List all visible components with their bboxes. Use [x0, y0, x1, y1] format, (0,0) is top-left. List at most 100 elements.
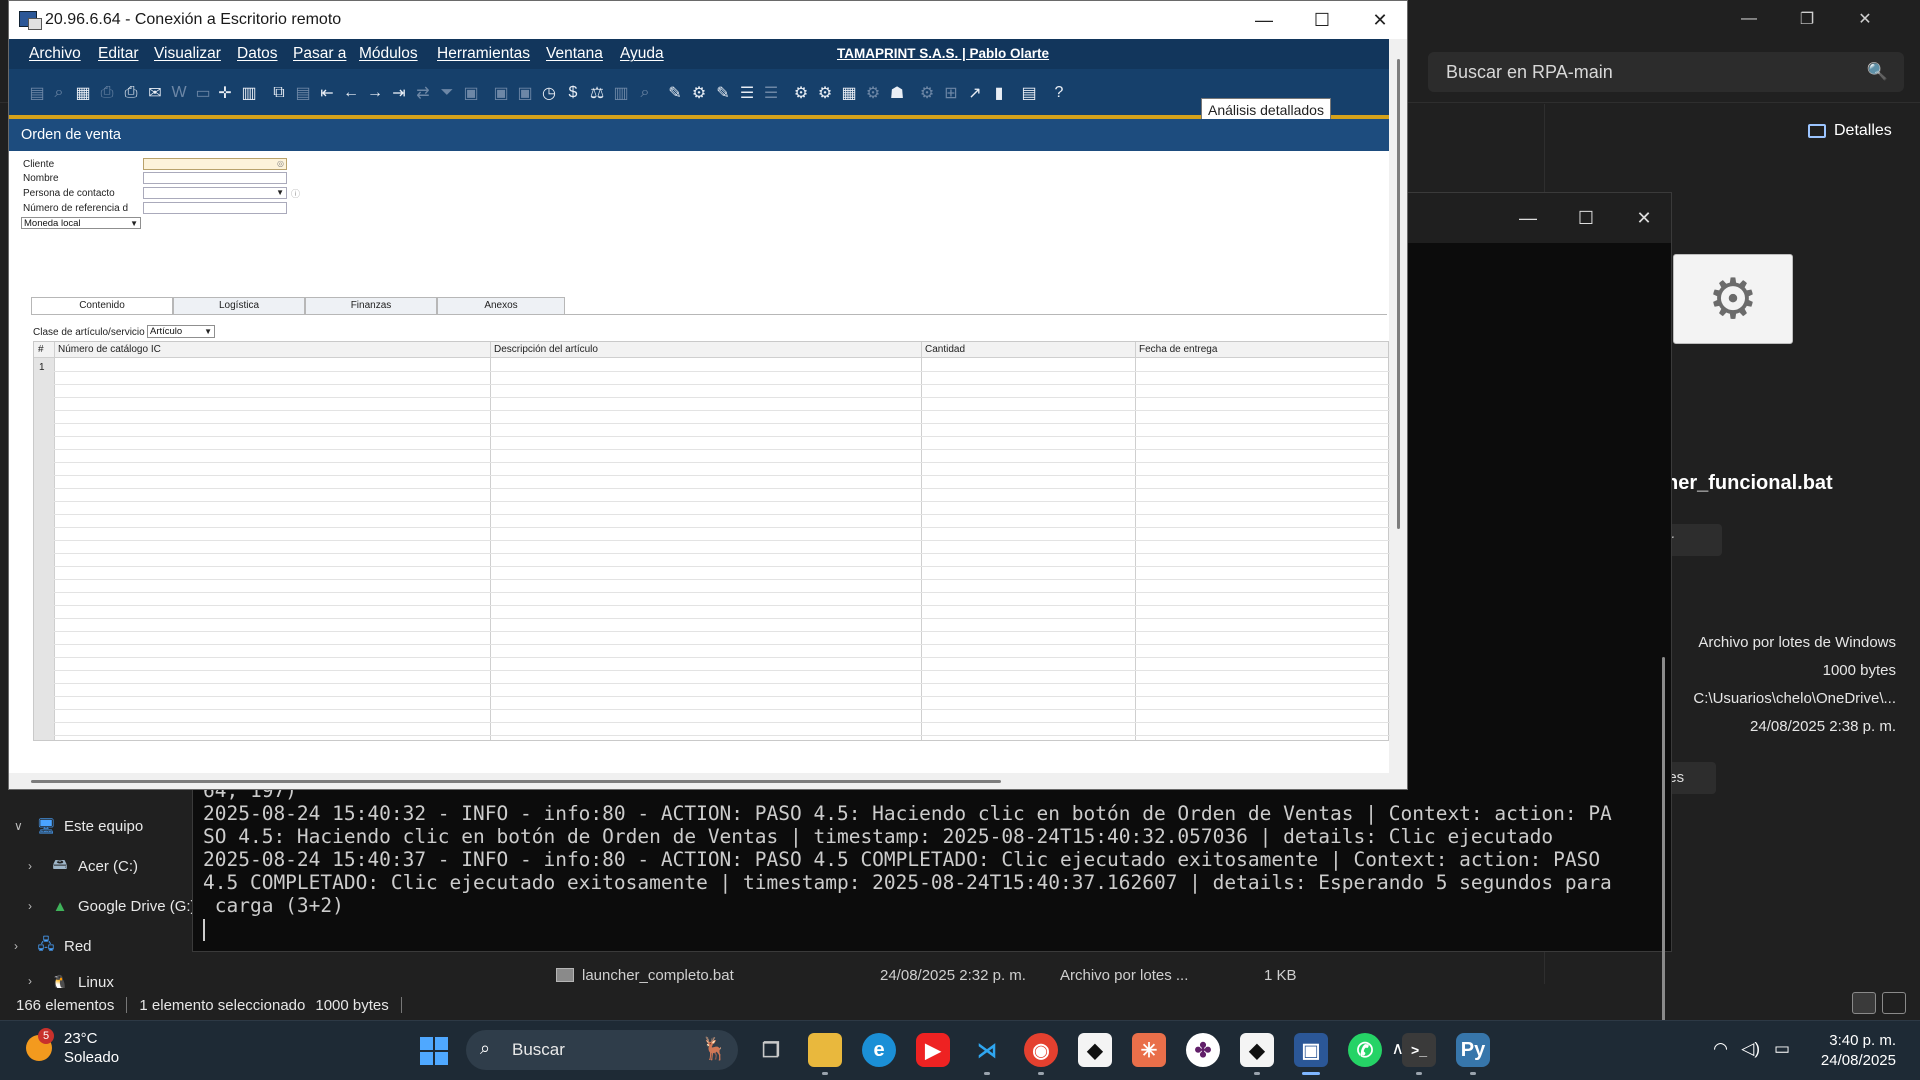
nav-item-google-drive[interactable]: › ▲ Google Drive (G:) [28, 894, 196, 918]
claude-icon[interactable]: ✳ [1132, 1033, 1166, 1067]
report-icon[interactable]: ▤ [1019, 83, 1039, 103]
filter-icon[interactable]: ▤ [293, 83, 313, 103]
terminal-taskbar-icon[interactable]: >_ [1402, 1033, 1436, 1075]
terminal-scrollbar[interactable] [1662, 657, 1665, 1080]
menu-pasar-a[interactable]: Pasar a [293, 45, 346, 63]
menu-visualizar[interactable]: Visualizar [154, 45, 221, 63]
menu-herramientas[interactable]: Herramientas [437, 45, 530, 63]
preview-icon[interactable]: ⎙ [97, 83, 117, 103]
authorization-icon[interactable]: ⚙ [815, 83, 835, 103]
tiles-view-icon[interactable] [1882, 992, 1906, 1014]
grid-header-delivery-date[interactable]: Fecha de entrega [1139, 344, 1217, 355]
company-user-link[interactable]: TAMAPRINT S.A.S. | Pablo Olarte [837, 46, 1049, 61]
explorer-close-button[interactable]: ✕ [1836, 0, 1894, 38]
wifi-icon[interactable]: ◠ [1713, 1039, 1728, 1059]
explorer-search-input[interactable]: Buscar en RPA-main 🔍 [1428, 52, 1904, 92]
calendar-icon[interactable]: ▦ [73, 83, 93, 103]
settings-icon[interactable]: ⚙ [689, 83, 709, 103]
binoculars-icon[interactable]: ⧉ [269, 83, 289, 103]
first-record-icon[interactable]: ⇤ [317, 83, 337, 103]
move-icon[interactable]: ✛ [215, 83, 235, 103]
rdp-vertical-scrollbar[interactable] [1397, 59, 1400, 529]
export-icon[interactable]: ↗ [965, 83, 985, 103]
help-icon[interactable]: ? [1049, 83, 1069, 103]
app-cube-icon[interactable]: ◆ [1078, 1033, 1112, 1067]
nav-item-this-pc[interactable]: ∨ 🖥 Este equipo [14, 814, 143, 838]
analysis-icon[interactable]: ▮ [989, 83, 1009, 103]
messages-icon[interactable]: ☰ [737, 83, 757, 103]
app-cube-icon[interactable]: ◆ [1240, 1033, 1274, 1075]
rdp-close-button[interactable]: ✕ [1351, 1, 1409, 39]
base-doc-icon[interactable]: ▣ [491, 83, 511, 103]
start-button[interactable] [420, 1037, 448, 1065]
battery-icon[interactable]: ▭ [1774, 1039, 1790, 1059]
edit-icon[interactable]: ✎ [665, 83, 685, 103]
tab-finanzas[interactable]: Finanzas [305, 297, 437, 315]
next-record-icon[interactable]: → [365, 83, 385, 103]
pdf-icon[interactable]: ▭ [193, 83, 213, 103]
slack-icon[interactable]: ✤ [1186, 1033, 1220, 1067]
gear-icon[interactable]: ⚙ [917, 83, 937, 103]
nav-item-linux[interactable]: › 🐧 Linux [28, 974, 114, 988]
menu-ayuda[interactable]: Ayuda [620, 45, 664, 63]
clase-articulo-select[interactable]: Artículo ▼ [147, 325, 215, 338]
layout-icon[interactable]: ▥ [239, 83, 259, 103]
form-settings-icon[interactable]: ✎ [713, 83, 733, 103]
menu-archivo[interactable]: Archivo [29, 45, 81, 63]
file-list-row[interactable]: launcher_completo.bat 24/08/2025 2:32 p.… [556, 964, 1316, 986]
user-icon[interactable]: ☗ [887, 83, 907, 103]
relationship-icon[interactable]: ⌕ [635, 83, 655, 103]
nav-item-network[interactable]: › 🖧 Red [14, 934, 92, 958]
youtube-icon[interactable]: ▶ [916, 1033, 950, 1067]
taskbar-clock[interactable]: 3:40 p. m. 24/08/2025 [1821, 1031, 1896, 1071]
referencia-input[interactable] [143, 202, 287, 214]
info-icon[interactable]: ⓘ [291, 187, 300, 200]
nav-item-acer-drive[interactable]: › 🖴 Acer (C:) [28, 854, 138, 878]
payment-icon[interactable]: ◷ [539, 83, 559, 103]
rdp-minimize-button[interactable]: — [1235, 1, 1293, 39]
funnel-icon[interactable]: ⏷ [437, 83, 457, 103]
target-doc-icon[interactable]: ▣ [515, 83, 535, 103]
menu-modulos[interactable]: Módulos [359, 45, 418, 63]
rdp-horizontal-scrollbar[interactable] [31, 780, 1001, 783]
explorer-minimize-button[interactable]: — [1720, 0, 1778, 38]
email-icon[interactable]: ✉ [145, 83, 165, 103]
menu-datos[interactable]: Datos [237, 45, 278, 63]
calculator-icon[interactable]: ▦ [839, 83, 859, 103]
contacto-select[interactable]: ▼ [143, 187, 287, 199]
grid-header-catalog[interactable]: Número de catálogo IC [58, 344, 161, 355]
currency-icon[interactable]: $ [563, 83, 583, 103]
table-icon[interactable]: ▣ [461, 83, 481, 103]
taskbar-search-box[interactable]: ⌕ Buscar 🦌 [466, 1030, 738, 1070]
query-icon[interactable]: ⚙ [791, 83, 811, 103]
balance-icon[interactable]: ⚖ [587, 83, 607, 103]
terminal-minimize-button[interactable]: — [1499, 193, 1557, 243]
alerts-icon[interactable]: ☰ [761, 83, 781, 103]
explorer-restore-button[interactable]: ❐ [1778, 0, 1836, 38]
terminal-maximize-button[interactable]: ☐ [1557, 193, 1615, 243]
menu-editar[interactable]: Editar [98, 45, 139, 63]
file-explorer-taskbar-icon[interactable] [808, 1033, 842, 1075]
grid-header-description[interactable]: Descripción del artículo [494, 344, 598, 355]
remote-desktop-taskbar-icon[interactable]: ▣ [1294, 1033, 1328, 1075]
chevron-up-icon[interactable]: ∧ [1392, 1039, 1404, 1059]
menu-ventana[interactable]: Ventana [546, 45, 603, 63]
chrome-icon[interactable]: ◉ [1024, 1033, 1058, 1075]
sort-icon[interactable]: ⇄ [413, 83, 433, 103]
edge-browser-icon[interactable]: e [862, 1033, 896, 1067]
tab-anexos[interactable]: Anexos [437, 297, 565, 315]
print-icon[interactable]: ⎙ [121, 83, 141, 103]
nombre-input[interactable] [143, 172, 287, 184]
whatsapp-icon[interactable]: ✆ [1348, 1033, 1382, 1067]
add-icon[interactable]: ⌕ [49, 83, 69, 103]
terminal-close-button[interactable]: ✕ [1615, 193, 1673, 243]
grid-header-quantity[interactable]: Cantidad [925, 344, 965, 355]
vscode-icon[interactable]: ⋊ [970, 1033, 1004, 1075]
volume-icon[interactable]: ◁) [1741, 1039, 1760, 1059]
tab-logistica[interactable]: Logística [173, 297, 305, 315]
cliente-input[interactable]: ◎ [143, 158, 287, 170]
network-icon[interactable]: ⚙ [863, 83, 883, 103]
task-view-icon[interactable]: ❐ [754, 1033, 788, 1067]
find-icon[interactable]: ▤ [27, 83, 47, 103]
previous-record-icon[interactable]: ← [341, 83, 361, 103]
